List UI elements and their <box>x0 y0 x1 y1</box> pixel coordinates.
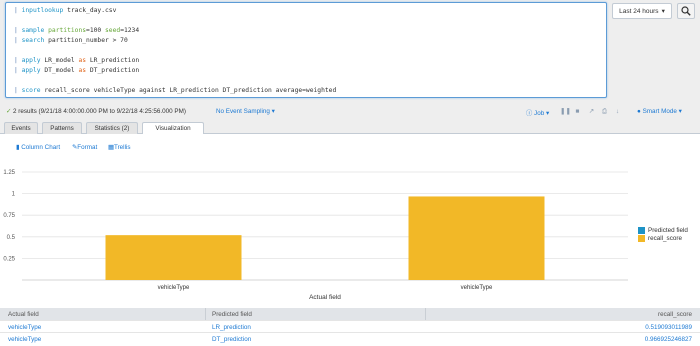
legend-item[interactable]: Predicted field <box>638 227 688 234</box>
column-divider <box>205 308 206 320</box>
table-cell[interactable]: 0.519093011989 <box>645 324 692 331</box>
tab-patterns[interactable]: Patterns <box>42 122 82 134</box>
trellis-button[interactable]: ▦Trellis <box>108 144 131 151</box>
lightbulb-icon: ● <box>637 108 641 115</box>
export-icon[interactable]: ↓ <box>614 108 621 115</box>
results-summary: 2 results (9/21/18 4:00:00.000 PM to 9/2… <box>13 108 186 115</box>
column-divider <box>425 308 426 320</box>
column-chart-icon: ▮ <box>16 144 20 151</box>
job-menu[interactable]: ⓘ Job ▾ <box>526 108 549 117</box>
x-axis-title: Actual field <box>309 294 341 301</box>
query-line-4: | apply LR_model as LR_prediction <box>14 57 140 64</box>
y-tick-label: 1.25 <box>3 170 15 176</box>
column-header[interactable]: recall_score <box>658 311 692 318</box>
format-button[interactable]: ✎Format <box>72 144 97 151</box>
share-icon[interactable]: ↗ <box>588 108 595 115</box>
table-row: vehicleType DT_prediction 0.966925246827 <box>0 332 700 344</box>
bar <box>105 235 242 280</box>
chevron-down-icon: ▾ <box>661 8 665 15</box>
legend-swatch <box>638 235 645 242</box>
y-tick-label: 0.25 <box>3 256 15 262</box>
tab-events[interactable]: Events <box>4 122 38 134</box>
table-cell[interactable]: 0.966925246827 <box>645 336 692 343</box>
query-line-5: | apply DT_model as DT_prediction <box>14 67 140 74</box>
stop-icon[interactable]: ■ <box>574 108 581 115</box>
job-status-bar: ✓ 2 results (9/21/18 4:00:00.000 PM to 9… <box>0 104 700 120</box>
query-line-3: | search partition_number > 70 <box>14 37 128 44</box>
search-mode-dropdown[interactable]: ● Smart Mode ▾ <box>637 108 682 115</box>
time-range-picker[interactable]: Last 24 hours ▾ <box>612 3 672 19</box>
table-cell[interactable]: LR_prediction <box>212 324 251 331</box>
table-row: vehicleType LR_prediction 0.519093011989 <box>0 320 700 332</box>
chart-svg: 0.25 0.5 0.75 1 1.25 vehicleType vehicleType Ac… <box>3 170 628 301</box>
y-tick-label: 0.5 <box>7 235 16 241</box>
x-tick-label: vehicleType <box>461 285 493 291</box>
visualization-toolbar: ▮ Column Chart ✎Format ▦Trellis <box>0 134 700 160</box>
pause-icon[interactable]: ❚❚ <box>560 108 571 115</box>
column-header[interactable]: Predicted field <box>212 311 252 318</box>
check-icon: ✓ <box>6 108 12 115</box>
info-icon: ⓘ <box>526 110 533 117</box>
x-tick-label: vehicleType <box>158 285 190 291</box>
event-sampling-dropdown[interactable]: No Event Sampling ▾ <box>216 108 275 115</box>
y-tick-label: 1 <box>12 192 16 198</box>
table-cell[interactable]: DT_prediction <box>212 336 251 343</box>
legend-item[interactable]: recall_score <box>638 235 688 242</box>
search-button[interactable] <box>677 3 695 19</box>
y-tick-label: 0.75 <box>3 213 15 219</box>
chart-type-button[interactable]: ▮ Column Chart <box>16 144 60 151</box>
table-cell[interactable]: vehicleType <box>8 324 41 331</box>
legend-swatch <box>638 227 645 234</box>
search-area: | inputlookup track_day.csv | sample par… <box>0 0 700 104</box>
results-table: Actual field Predicted field recall_scor… <box>0 308 700 346</box>
search-query-editor[interactable]: | inputlookup track_day.csv | sample par… <box>5 2 607 98</box>
bar <box>408 196 545 280</box>
results-tabs: Events Patterns Statistics (2) Visualiza… <box>0 120 700 135</box>
chart-legend: Predicted field recall_score <box>638 227 688 243</box>
print-icon[interactable]: ⎙ <box>601 108 608 115</box>
table-cell[interactable]: vehicleType <box>8 336 41 343</box>
query-line-1: | inputlookup track_day.csv <box>14 7 117 14</box>
column-chart: 0.25 0.5 0.75 1 1.25 vehicleType vehicleType Ac… <box>0 160 700 308</box>
table-header: Actual field Predicted field recall_scor… <box>0 308 700 320</box>
column-header[interactable]: Actual field <box>8 311 39 318</box>
time-range-label: Last 24 hours <box>619 7 659 15</box>
legend-label: recall_score <box>648 235 682 242</box>
legend-label: Predicted field <box>648 227 688 234</box>
tab-statistics[interactable]: Statistics (2) <box>86 122 138 134</box>
search-icon <box>681 6 691 16</box>
query-line-6: | score recall_score vehicleType against… <box>14 87 337 94</box>
query-line-2: | sample partitions=100 seed=1234 <box>14 27 140 34</box>
